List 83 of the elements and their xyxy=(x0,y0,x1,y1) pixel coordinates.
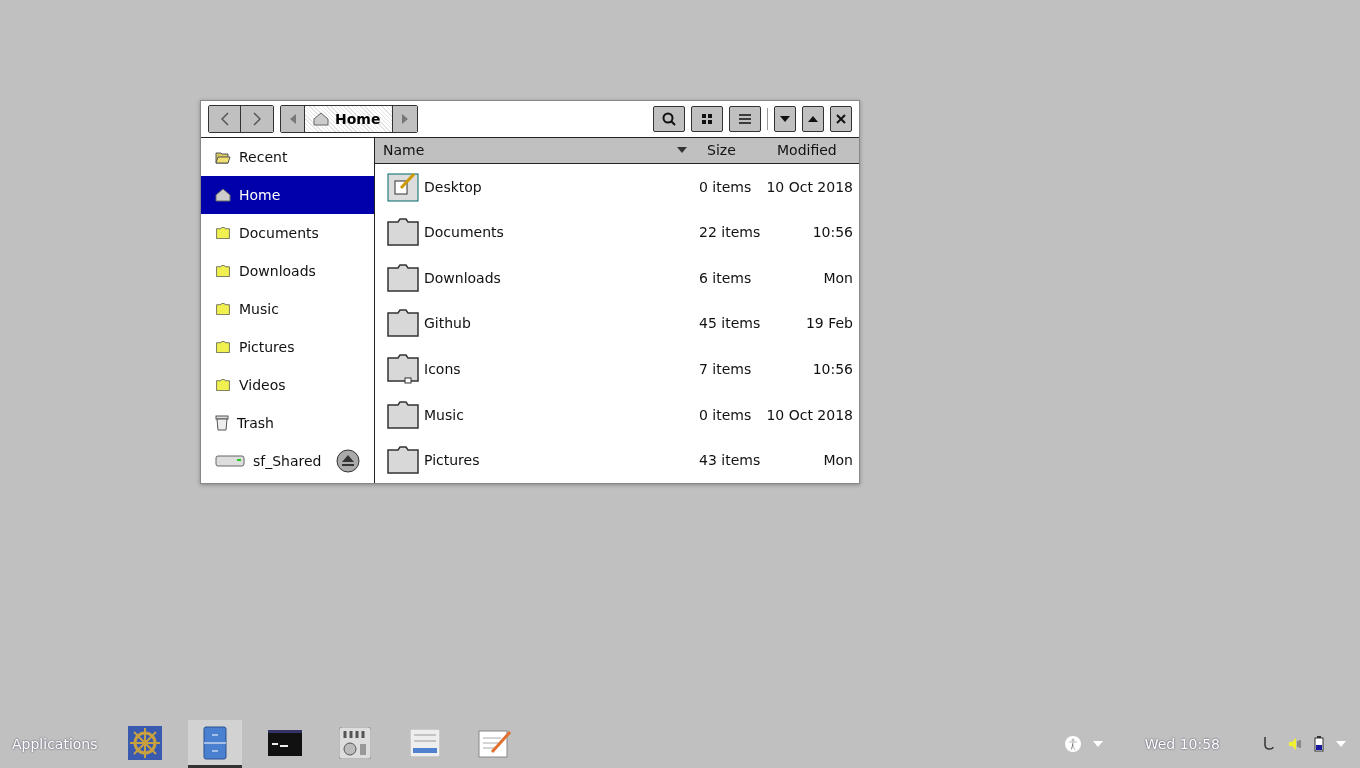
file-name: Downloads xyxy=(424,269,501,286)
right-triangle-icon xyxy=(402,114,409,124)
folder-icon xyxy=(215,265,231,277)
file-name: Desktop xyxy=(424,178,482,195)
maximize-icon xyxy=(808,116,818,122)
file-modified: 19 Feb xyxy=(805,315,854,332)
text-editor-icon xyxy=(477,727,512,758)
desktop-icon xyxy=(387,171,419,202)
file-name: Documents xyxy=(424,224,504,241)
caret-icon xyxy=(1336,741,1346,747)
speaker-icon[interactable] xyxy=(1288,737,1302,751)
form-window-icon xyxy=(409,728,440,757)
file-size: 6 items xyxy=(699,269,752,286)
folder-icon xyxy=(387,309,419,338)
sidebar-item[interactable]: Trash xyxy=(201,404,374,442)
column-header[interactable]: Name xyxy=(375,142,699,159)
sidebar-item[interactable]: Music xyxy=(201,290,374,328)
mixer-icon xyxy=(338,726,371,759)
file-size: 0 items xyxy=(699,406,752,423)
sort-caret-icon xyxy=(677,147,687,154)
grid-view-button[interactable] xyxy=(691,106,723,132)
path-left-button[interactable] xyxy=(281,106,305,132)
taskbar-app[interactable] xyxy=(187,720,242,768)
file-size: 0 items xyxy=(699,178,752,195)
sidebar-item[interactable]: sf_Shared xyxy=(201,442,374,480)
back-button[interactable] xyxy=(209,106,241,132)
folder-icon xyxy=(215,227,231,239)
open-folder-icon xyxy=(215,150,231,164)
file-size: 45 items xyxy=(699,315,761,332)
folder-icon xyxy=(387,218,419,247)
terminal-icon xyxy=(267,729,302,756)
caret-icon xyxy=(1092,741,1103,747)
file-name: Icons xyxy=(424,361,461,377)
file-modified: 10 Oct 2018 xyxy=(766,406,854,423)
folder-icon xyxy=(215,379,231,391)
file-size: 7 items xyxy=(699,361,752,377)
file-cabinet-icon xyxy=(202,725,227,760)
file-modified: 10:56 xyxy=(812,224,854,241)
minimize-button[interactable] xyxy=(774,106,796,132)
sidebar-item[interactable]: Documents xyxy=(201,214,374,252)
file-modified: Mon xyxy=(823,269,854,286)
folder-icon xyxy=(215,341,231,353)
path-right-button[interactable] xyxy=(393,106,418,132)
menu-icon xyxy=(739,114,751,124)
eject-icon xyxy=(336,449,360,473)
folder-icon xyxy=(387,446,419,475)
sidebar-item[interactable]: Recent xyxy=(201,138,374,176)
file-modified: 10 Oct 2018 xyxy=(766,178,854,195)
file-modified: Mon xyxy=(823,452,854,469)
maximize-button[interactable] xyxy=(802,106,824,132)
column-header[interactable]: Modified xyxy=(769,142,859,159)
folder-shortcut-icon xyxy=(387,354,419,384)
grid-icon xyxy=(702,114,712,124)
file-modified: 10:56 xyxy=(812,361,854,377)
trash-icon xyxy=(215,415,229,431)
sidebar-item[interactable]: Home xyxy=(201,176,374,214)
file-size: 22 items xyxy=(699,224,761,241)
back-icon xyxy=(220,112,229,126)
search-button[interactable] xyxy=(653,106,685,132)
search-icon xyxy=(662,112,676,126)
home-icon xyxy=(215,188,231,202)
sidebar-item[interactable]: Pictures xyxy=(201,328,374,366)
folder-icon xyxy=(387,263,419,292)
file-size: 43 items xyxy=(699,452,761,469)
column-header[interactable]: Size xyxy=(699,142,769,159)
forward-icon xyxy=(253,112,261,126)
path-home-button[interactable]: Home xyxy=(305,106,394,132)
file-name: Github xyxy=(424,315,471,332)
ship-wheel-icon xyxy=(127,725,162,760)
home-icon xyxy=(313,112,329,126)
minimize-icon xyxy=(780,116,790,122)
folder-icon xyxy=(215,303,231,315)
menu-button[interactable] xyxy=(729,106,761,132)
battery-icon[interactable] xyxy=(1314,736,1324,752)
file-name: Music xyxy=(424,406,464,423)
file-name: Pictures xyxy=(424,452,480,469)
sidebar-item[interactable]: Videos xyxy=(201,366,374,404)
folder-icon xyxy=(387,400,419,429)
drive-icon xyxy=(215,455,245,467)
close-button[interactable] xyxy=(830,106,852,132)
sidebar-item[interactable]: Downloads xyxy=(201,252,374,290)
close-icon xyxy=(836,114,846,124)
left-triangle-icon xyxy=(289,114,296,124)
